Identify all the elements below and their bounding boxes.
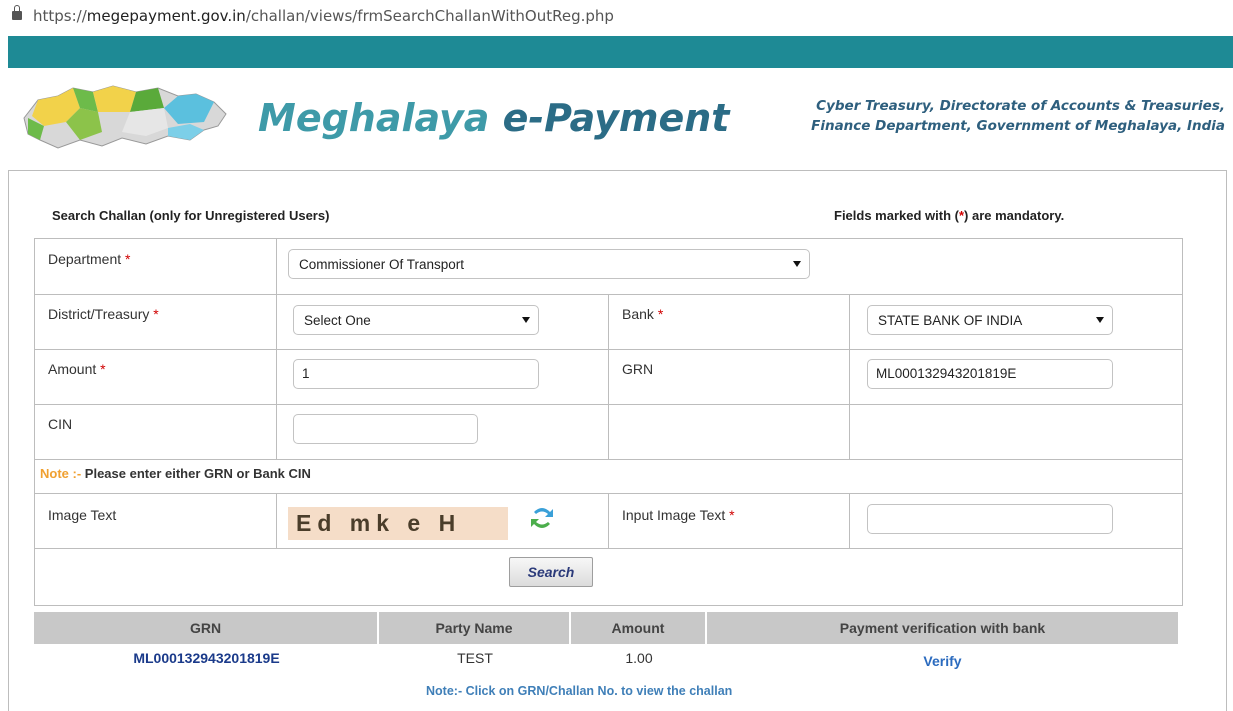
brand-part2: e-Payment <box>502 96 730 140</box>
dropdown-arrow-icon <box>793 261 801 267</box>
required-star: * <box>657 306 664 322</box>
amount-label-text: Amount <box>48 361 97 377</box>
lock-icon <box>12 5 22 20</box>
result-amount: 1.00 <box>625 650 653 666</box>
url-scheme: https:// <box>33 7 87 25</box>
mandatory-prefix: Fields marked with ( <box>834 208 959 223</box>
district-label-cell <box>35 295 277 350</box>
cin-label-cell <box>35 405 277 460</box>
cin-input[interactable] <box>293 414 478 444</box>
refresh-captcha-icon[interactable] <box>528 502 556 534</box>
department-label-cell <box>35 239 277 295</box>
mandatory-suffix: ) are mandatory. <box>964 208 1065 223</box>
mandatory-note: Fields marked with (*) are mandatory. <box>834 208 1064 223</box>
amount-label-cell <box>35 350 277 405</box>
amount-input[interactable]: 1 <box>293 359 539 389</box>
bank-label-cell <box>609 295 850 350</box>
district-select[interactable]: Select One <box>293 305 539 335</box>
captcha-image: Ed mk e H <box>288 507 508 540</box>
district-label-text: District/Treasury <box>48 306 150 322</box>
required-star: * <box>100 361 106 377</box>
grn-label: GRN <box>622 361 654 377</box>
brand-title: Meghalaya e-Payment <box>258 96 729 140</box>
dropdown-arrow-icon <box>522 317 530 323</box>
dropdown-arrow-icon <box>1096 317 1104 323</box>
grn-label-cell <box>609 350 850 405</box>
required-star: * <box>153 306 159 322</box>
department-selected-value: Commissioner Of Transport <box>299 257 465 272</box>
grn-cin-note: Note :- Please enter either GRN or Bank … <box>40 466 311 481</box>
org-line1: Cyber Treasury, Directorate of Accounts … <box>816 98 1225 114</box>
url-text[interactable]: https://megepayment.gov.in/challan/views… <box>33 7 614 25</box>
column-header-amount: Amount <box>571 612 707 644</box>
column-header-verification: Payment verification with bank <box>707 612 1178 644</box>
input-image-text-label: Input Image Text * <box>622 507 735 523</box>
result-grn-link[interactable]: ML000132943201819E <box>34 650 379 666</box>
url-path: /challan/views/frmSearchChallanWithOutRe… <box>245 7 614 25</box>
required-star: * <box>125 251 131 267</box>
column-header-grn: GRN <box>34 612 379 644</box>
department-select[interactable]: Commissioner Of Transport <box>288 249 810 279</box>
empty-cell-2 <box>850 405 1182 460</box>
org-line2: Finance Department, Government of Meghal… <box>811 118 1225 134</box>
top-band <box>8 36 1233 68</box>
amount-label: Amount * <box>48 361 106 377</box>
url-host: megepayment.gov.in <box>86 7 246 25</box>
department-label: Department * <box>48 251 131 267</box>
input-image-label-text: Input Image Text <box>622 507 726 523</box>
cin-label: CIN <box>48 416 73 432</box>
empty-cell-1 <box>609 405 850 460</box>
bank-selected-value: STATE BANK OF INDIA <box>878 313 1023 328</box>
org-info: Cyber Treasury, Directorate of Accounts … <box>811 96 1225 136</box>
search-form <box>34 238 1183 606</box>
address-bar[interactable]: https://megepayment.gov.in/challan/views… <box>0 0 1233 34</box>
results-note: Note:- Click on GRN/Challan No. to view … <box>426 684 733 698</box>
verify-link[interactable]: Verify <box>707 653 1178 669</box>
department-label-text: Department <box>48 251 122 267</box>
note-prefix: Note :- <box>40 466 82 481</box>
search-button[interactable]: Search <box>509 557 593 587</box>
grn-input[interactable]: ML000132943201819E <box>867 359 1113 389</box>
input-image-text-field[interactable] <box>867 504 1113 534</box>
site-header: Meghalaya e-Payment Cyber Treasury, Dire… <box>8 68 1233 168</box>
meghalaya-map-logo <box>23 85 227 149</box>
district-label: District/Treasury * <box>48 306 159 322</box>
note-text: Please enter either GRN or Bank CIN <box>81 466 311 481</box>
image-text-label: Image Text <box>48 507 117 523</box>
bank-label-text: Bank <box>622 306 654 322</box>
column-header-party-name: Party Name <box>379 612 571 644</box>
form-title: Search Challan (only for Unregistered Us… <box>52 208 330 223</box>
brand-part1: Meghalaya <box>258 96 490 140</box>
captcha-text: Ed mk e H <box>296 510 462 536</box>
bank-label: Bank * <box>622 306 663 322</box>
required-star: * <box>729 507 735 523</box>
result-party-name: TEST <box>457 650 493 666</box>
bank-select[interactable]: STATE BANK OF INDIA <box>867 305 1113 335</box>
district-selected-value: Select One <box>304 313 371 328</box>
